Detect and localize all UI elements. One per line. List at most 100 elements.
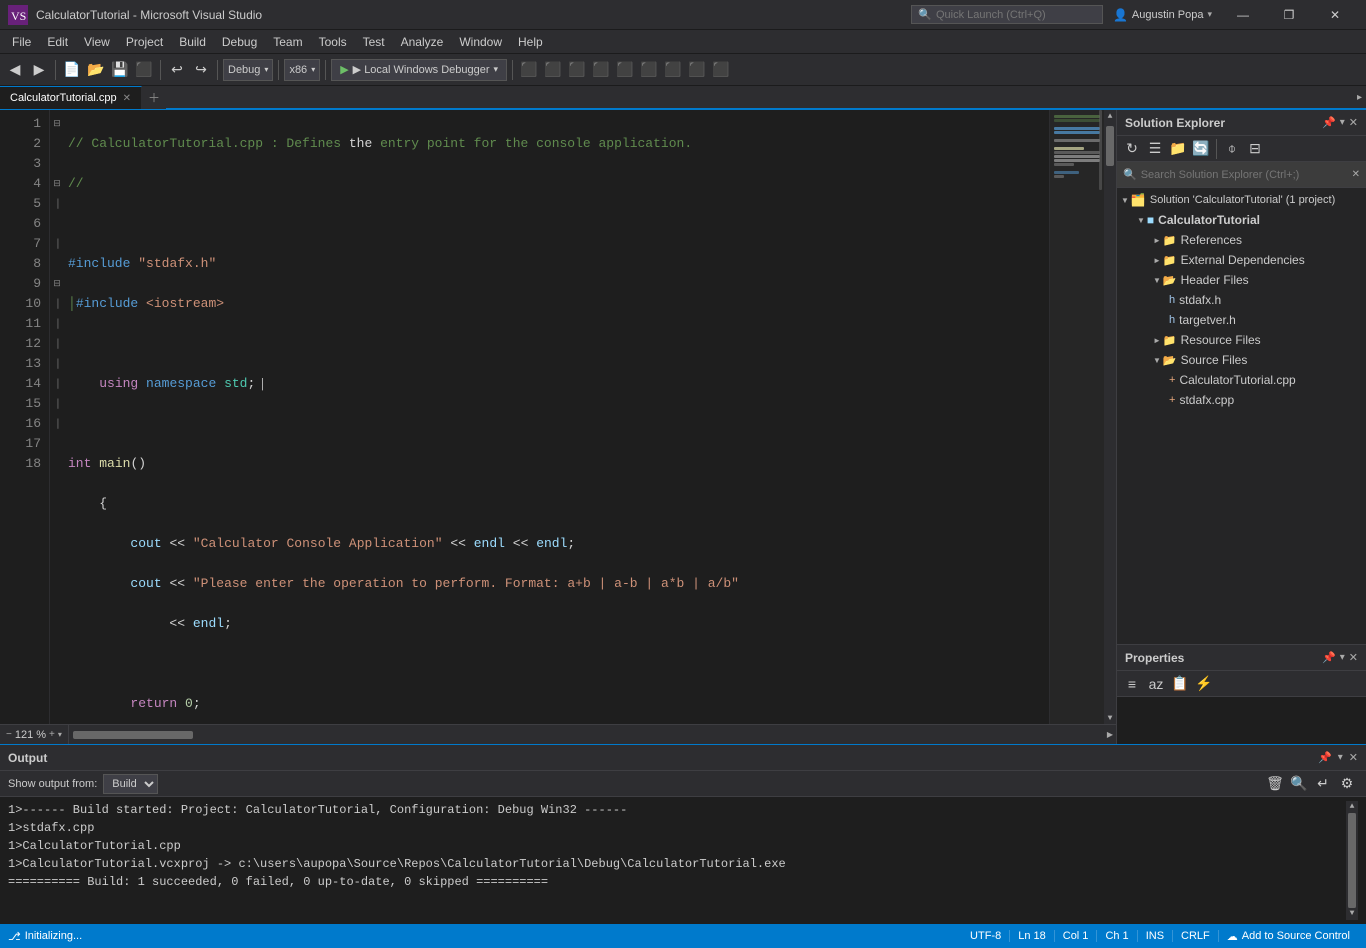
menu-item-project[interactable]: Project xyxy=(118,30,171,54)
code-content[interactable]: // CalculatorTutorial.cpp : Defines the … xyxy=(64,110,1049,724)
menu-item-analyze[interactable]: Analyze xyxy=(393,30,452,54)
prop-events-btn[interactable]: ⚡ xyxy=(1193,673,1215,695)
tree-stdafx-cpp-node[interactable]: + stdafx.cpp xyxy=(1117,390,1366,410)
menu-item-edit[interactable]: Edit xyxy=(39,30,76,54)
menu-item-tools[interactable]: Tools xyxy=(311,30,355,54)
code-editor[interactable]: 1 2 3 4 5 6 7 8 9 10 11 12 13 14 15 16 1 xyxy=(0,110,1116,724)
toolbar-redo-button[interactable]: ↪ xyxy=(190,59,212,81)
ch-indicator[interactable]: Ch 1 xyxy=(1097,930,1137,942)
user-name[interactable]: Augustin Popa xyxy=(1132,9,1204,21)
toolbar-save-button[interactable]: 💾 xyxy=(109,59,131,81)
toolbar-forward-button[interactable]: ▶ xyxy=(28,59,50,81)
toolbar-extra-btn-4[interactable]: ⬛ xyxy=(590,59,612,81)
tree-targetver-h-node[interactable]: h targetver.h xyxy=(1117,310,1366,330)
se-props-button[interactable]: ☰ xyxy=(1144,138,1166,160)
col-indicator[interactable]: Col 1 xyxy=(1055,930,1098,942)
se-pin-icon[interactable]: 📌 xyxy=(1322,116,1336,129)
output-content[interactable]: 1>------ Build started: Project: Calcula… xyxy=(0,797,1366,924)
prop-alpha-btn[interactable]: az xyxy=(1145,673,1167,695)
prop-close-icon[interactable]: ✕ xyxy=(1349,651,1358,664)
line-indicator[interactable]: Ln 18 xyxy=(1010,930,1055,942)
output-scroll-down[interactable]: ▼ xyxy=(1346,908,1358,920)
se-filter-button[interactable]: ⌽ xyxy=(1221,138,1243,160)
scroll-down-arrow[interactable]: ▼ xyxy=(1104,712,1116,724)
tab-calculatortutorial-cpp[interactable]: CalculatorTutorial.cpp ✕ xyxy=(0,86,142,109)
output-scrollbar[interactable]: ▲ ▼ xyxy=(1346,801,1358,920)
ins-indicator[interactable]: INS xyxy=(1138,930,1173,942)
tree-project-node[interactable]: ▼ ■ CalculatorTutorial xyxy=(1117,210,1366,230)
toolbar-extra-btn-2[interactable]: ⬛ xyxy=(542,59,564,81)
toolbar-extra-btn-8[interactable]: ⬛ xyxy=(686,59,708,81)
menu-item-debug[interactable]: Debug xyxy=(214,30,265,54)
toolbar-extra-btn-1[interactable]: ⬛ xyxy=(518,59,540,81)
toolbar-save-all-button[interactable]: ⬛ xyxy=(133,59,155,81)
status-text[interactable]: Initializing... xyxy=(25,930,82,942)
debug-config-dropdown[interactable]: Debug ▾ xyxy=(223,59,273,81)
tree-stdafx-h-node[interactable]: h stdafx.h xyxy=(1117,290,1366,310)
tree-source-files-node[interactable]: ▼ 📂 Source Files xyxy=(1117,350,1366,370)
toolbar-open-button[interactable]: 📂 xyxy=(85,59,107,81)
output-scroll-thumb[interactable] xyxy=(1348,813,1356,908)
minimap-slider[interactable] xyxy=(1099,110,1102,190)
fold-1[interactable]: ⊟ xyxy=(50,114,64,134)
source-control-label[interactable]: ☁ Add to Source Control xyxy=(1219,930,1358,943)
vertical-scrollbar[interactable]: ▲ ▼ xyxy=(1104,110,1116,724)
output-scroll-track[interactable] xyxy=(1348,813,1356,908)
toolbar-undo-button[interactable]: ↩ xyxy=(166,59,188,81)
restore-button[interactable]: ❐ xyxy=(1266,0,1312,30)
fold-9[interactable]: ⊟ xyxy=(50,274,64,294)
output-clear-btn[interactable]: 🗑 xyxy=(1264,773,1286,795)
encoding-indicator[interactable]: UTF-8 xyxy=(962,930,1010,942)
menu-item-view[interactable]: View xyxy=(76,30,118,54)
toolbar-extra-btn-7[interactable]: ⬛ xyxy=(662,59,684,81)
zoom-level[interactable]: 121 % xyxy=(15,729,46,741)
zoom-in-button[interactable]: + xyxy=(49,729,55,740)
zoom-out-button[interactable]: − xyxy=(6,729,12,740)
tree-calculatortutorial-cpp-node[interactable]: + CalculatorTutorial.cpp xyxy=(1117,370,1366,390)
tab-add-button[interactable]: ＋ xyxy=(142,86,166,109)
se-dropdown-arrow[interactable]: ▾ xyxy=(1340,117,1345,128)
tree-resource-files-node[interactable]: ► 📁 Resource Files xyxy=(1117,330,1366,350)
tree-solution-node[interactable]: ▼ 🗂️ Solution 'CalculatorTutorial' (1 pr… xyxy=(1117,190,1366,210)
toolbar-extra-btn-9[interactable]: ⬛ xyxy=(710,59,732,81)
menu-item-build[interactable]: Build xyxy=(171,30,214,54)
horiz-scroll-thumb[interactable] xyxy=(73,731,193,739)
output-pin-btn[interactable]: 📌 xyxy=(1318,751,1332,764)
se-search-input[interactable] xyxy=(1141,169,1348,181)
menu-item-help[interactable]: Help xyxy=(510,30,551,54)
zoom-dropdown-button[interactable]: ▾ xyxy=(58,730,62,739)
fold-4[interactable]: ⊟ xyxy=(50,174,64,194)
toolbar-extra-btn-5[interactable]: ⬛ xyxy=(614,59,636,81)
output-source-select[interactable]: Build xyxy=(103,774,158,794)
output-dropdown-btn[interactable]: ▾ xyxy=(1338,752,1343,763)
user-dropdown-arrow[interactable]: ▾ xyxy=(1207,9,1212,20)
prop-category-btn[interactable]: ≡ xyxy=(1121,673,1143,695)
menu-item-window[interactable]: Window xyxy=(451,30,510,54)
toolbar-extra-btn-3[interactable]: ⬛ xyxy=(566,59,588,81)
scroll-right-arrow[interactable]: ▶ xyxy=(1104,729,1116,741)
crlf-indicator[interactable]: CRLF xyxy=(1173,930,1219,942)
tree-header-files-node[interactable]: ▼ 📂 Header Files xyxy=(1117,270,1366,290)
menu-item-team[interactable]: Team xyxy=(265,30,310,54)
tree-external-deps-node[interactable]: ► 📁 External Dependencies xyxy=(1117,250,1366,270)
output-scroll-up[interactable]: ▲ xyxy=(1346,801,1358,813)
se-show-all-button[interactable]: 📁 xyxy=(1167,138,1189,160)
se-collapse-all-button[interactable]: ⊟ xyxy=(1244,138,1266,160)
se-close-icon[interactable]: ✕ xyxy=(1349,116,1358,129)
tree-references-node[interactable]: ► 📁 References xyxy=(1117,230,1366,250)
toolbar-extra-btn-6[interactable]: ⬛ xyxy=(638,59,660,81)
se-sync-button[interactable]: ↻ xyxy=(1121,138,1143,160)
quick-launch-input[interactable] xyxy=(936,9,1096,21)
close-button[interactable]: ✕ xyxy=(1312,0,1358,30)
run-dropdown-arrow[interactable]: ▾ xyxy=(494,64,499,75)
se-refresh-button[interactable]: 🔄 xyxy=(1190,138,1212,160)
toolbar-back-button[interactable]: ◀ xyxy=(4,59,26,81)
scroll-tabs-button[interactable]: ▸ xyxy=(1353,86,1366,109)
scroll-track[interactable] xyxy=(1106,122,1114,712)
menu-item-test[interactable]: Test xyxy=(355,30,393,54)
horiz-scroll-track[interactable] xyxy=(73,731,1100,739)
run-button[interactable]: ▶ ▶ Local Windows Debugger ▾ xyxy=(331,59,507,81)
menu-item-file[interactable]: File xyxy=(4,30,39,54)
output-settings-btn[interactable]: ⚙ xyxy=(1336,773,1358,795)
scroll-thumb[interactable] xyxy=(1106,126,1114,166)
